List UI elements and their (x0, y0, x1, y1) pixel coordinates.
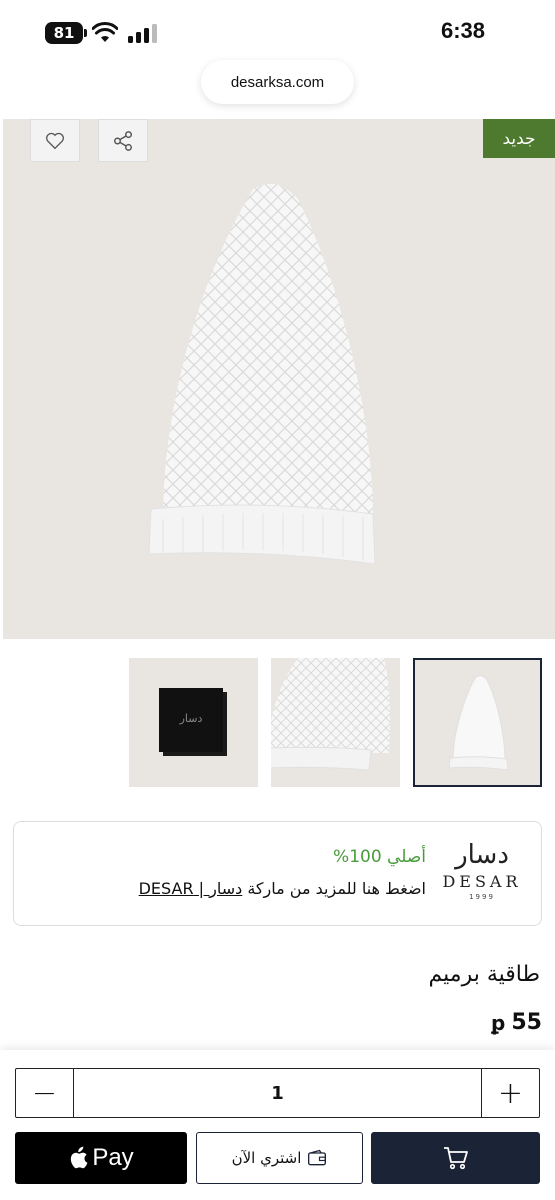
favorite-button[interactable] (30, 119, 80, 162)
status-time: 6:38 (440, 18, 485, 43)
brand-link[interactable]: دسار | DESAR (139, 879, 243, 898)
cap-image (148, 183, 376, 565)
box-image: دسار (159, 688, 227, 756)
share-icon (114, 130, 132, 151)
quantity-stepper: − 1 + (15, 1068, 540, 1118)
product-price: 55 ꝑ (491, 1010, 542, 1035)
url-text: desarksa.com (230, 73, 325, 91)
purchase-panel: − 1 + Pay اشتري الآن (0, 1050, 555, 1200)
apple-pay-label: Pay (92, 1144, 134, 1171)
battery-tip (84, 29, 87, 37)
box-logo-text: دسار (179, 712, 203, 725)
product-title: طاقية برميم (428, 962, 540, 987)
product-main-image[interactable]: جديد (3, 119, 555, 639)
increase-quantity-button[interactable]: + (481, 1069, 539, 1117)
brand-link-prefix: اضغط هنا للمزيد من ماركة (242, 879, 426, 898)
apple-icon (71, 1146, 88, 1169)
buy-now-label: اشتري الآن (231, 1149, 302, 1167)
decrease-quantity-button[interactable]: − (16, 1069, 74, 1117)
status-bar: 81 6:38 (0, 0, 555, 62)
cellular-signal-icon (128, 24, 157, 43)
cap-thumbnail-image (448, 675, 509, 771)
brand-card[interactable]: دسار DESAR 1999 أصلي 100% اضغط هنا للمزي… (13, 821, 542, 926)
share-button[interactable] (98, 119, 148, 162)
cap-detail-image (271, 658, 391, 771)
thumbnail-cap-front[interactable] (413, 658, 542, 787)
sar-currency-icon: ꝑ (491, 1010, 506, 1035)
apple-pay-button[interactable]: Pay (15, 1132, 187, 1184)
buy-now-button[interactable]: اشتري الآن (196, 1132, 363, 1184)
desar-logo: دسار DESAR 1999 (441, 842, 523, 901)
thumbnail-box-packaging[interactable]: دسار (129, 658, 258, 787)
thumbnail-cap-detail[interactable] (271, 658, 400, 787)
url-bar[interactable]: desarksa.com (201, 60, 354, 104)
heart-icon (46, 132, 64, 149)
minus-icon: − (31, 1075, 58, 1111)
cart-icon (443, 1147, 468, 1170)
logo-english: DESAR (442, 872, 522, 891)
authentic-label: أصلي 100% (333, 847, 426, 867)
plus-icon: + (497, 1075, 524, 1111)
logo-year: 1999 (469, 893, 495, 901)
quantity-input[interactable]: 1 (74, 1069, 481, 1117)
battery-level: 81 (53, 24, 75, 42)
new-badge: جديد (483, 119, 555, 158)
logo-arabic: دسار (455, 840, 509, 870)
wallet-icon (308, 1149, 327, 1166)
battery-icon: 81 (45, 22, 83, 44)
add-to-cart-button[interactable] (371, 1132, 540, 1184)
price-value: 55 (511, 1010, 542, 1035)
brand-link-text: اضغط هنا للمزيد من ماركة دسار | DESAR (139, 879, 426, 898)
wifi-icon (92, 22, 118, 42)
action-buttons: Pay اشتري الآن (15, 1132, 540, 1184)
